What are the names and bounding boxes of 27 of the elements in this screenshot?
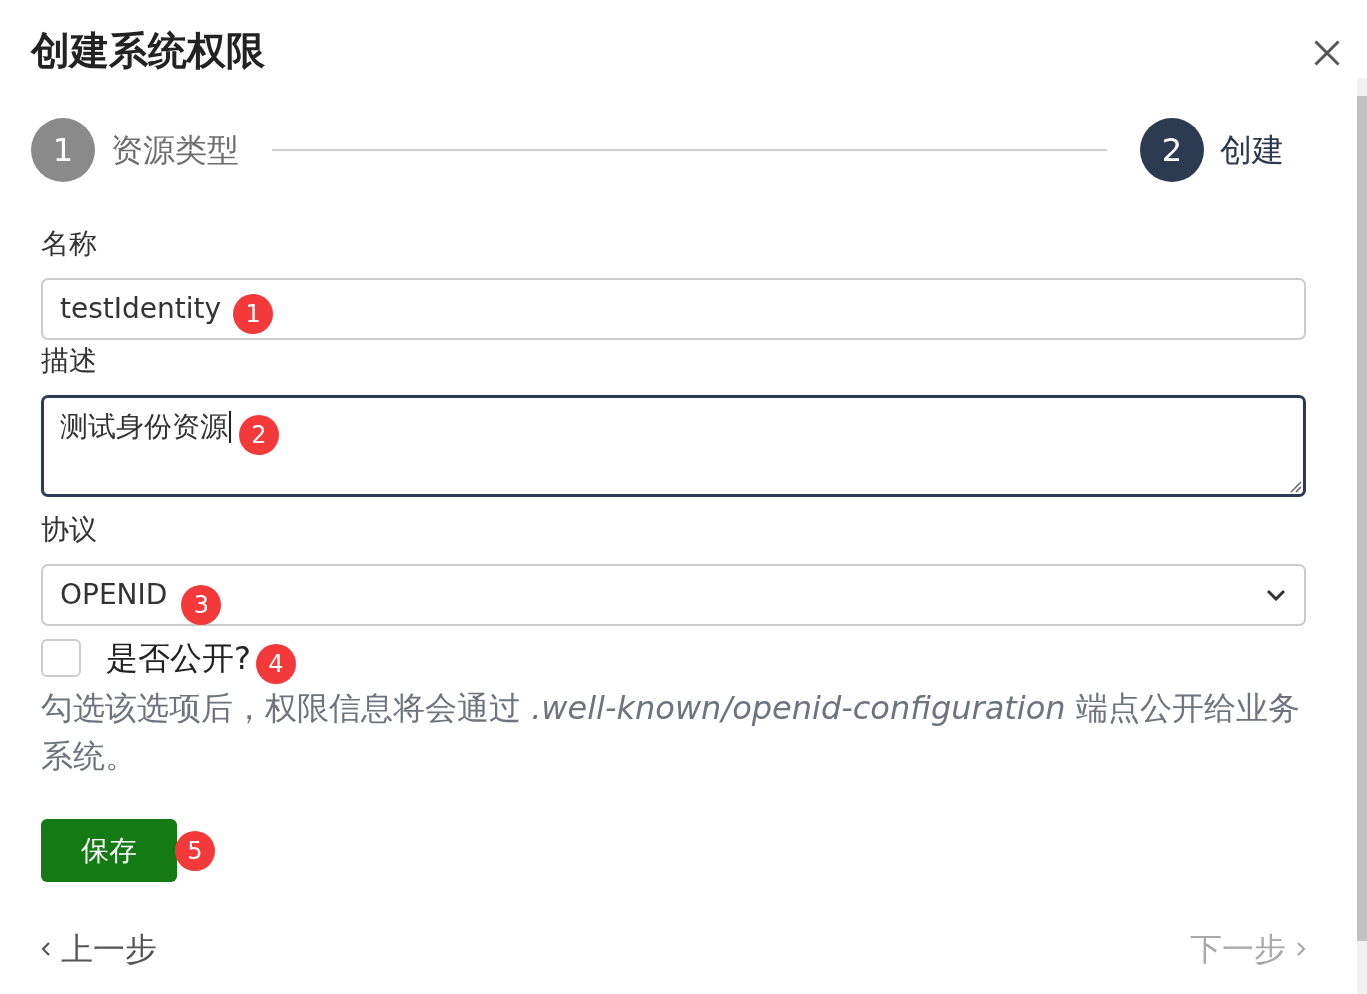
chevron-down-icon xyxy=(1266,589,1286,601)
annotation-marker: 1 xyxy=(233,294,274,334)
previous-step-link[interactable]: 上一步 xyxy=(41,929,157,969)
text-input[interactable]: testIdentity 1 xyxy=(41,278,1306,340)
resize-grip-icon[interactable] xyxy=(1288,479,1302,493)
step-number: 1 xyxy=(31,118,95,182)
step-number: 2 xyxy=(1140,118,1204,182)
checkbox-label[interactable]: 是否公开? xyxy=(106,638,251,678)
annotation-marker: 2 xyxy=(239,415,279,455)
step-label: 资源类型 xyxy=(111,130,239,170)
step-label: 创建 xyxy=(1220,130,1284,170)
close-icon[interactable] xyxy=(1314,40,1340,66)
textarea-field[interactable]: 测试身份资源 2 xyxy=(41,395,1306,497)
help-text: 勾选该选项后，权限信息将会通过 .well-known/openid-configuration 端点公开给业务系统。 xyxy=(41,688,1301,777)
field-label: 协议 xyxy=(41,512,97,548)
field-label: 名称 xyxy=(41,226,97,262)
field-label: 描述 xyxy=(41,343,97,379)
chevron-right-icon xyxy=(1296,941,1306,957)
annotation-marker: 4 xyxy=(256,644,296,684)
annotation-marker: 3 xyxy=(181,585,222,625)
annotation-marker: 5 xyxy=(175,830,215,871)
save-button[interactable]: 保存 xyxy=(41,819,177,882)
chevron-left-icon xyxy=(41,941,51,957)
select-dropdown[interactable]: OPENID 3 xyxy=(41,564,1306,626)
text-caret-icon xyxy=(229,411,231,443)
dialog-title: 创建系统权限 xyxy=(31,27,265,75)
checkbox[interactable] xyxy=(41,639,81,677)
